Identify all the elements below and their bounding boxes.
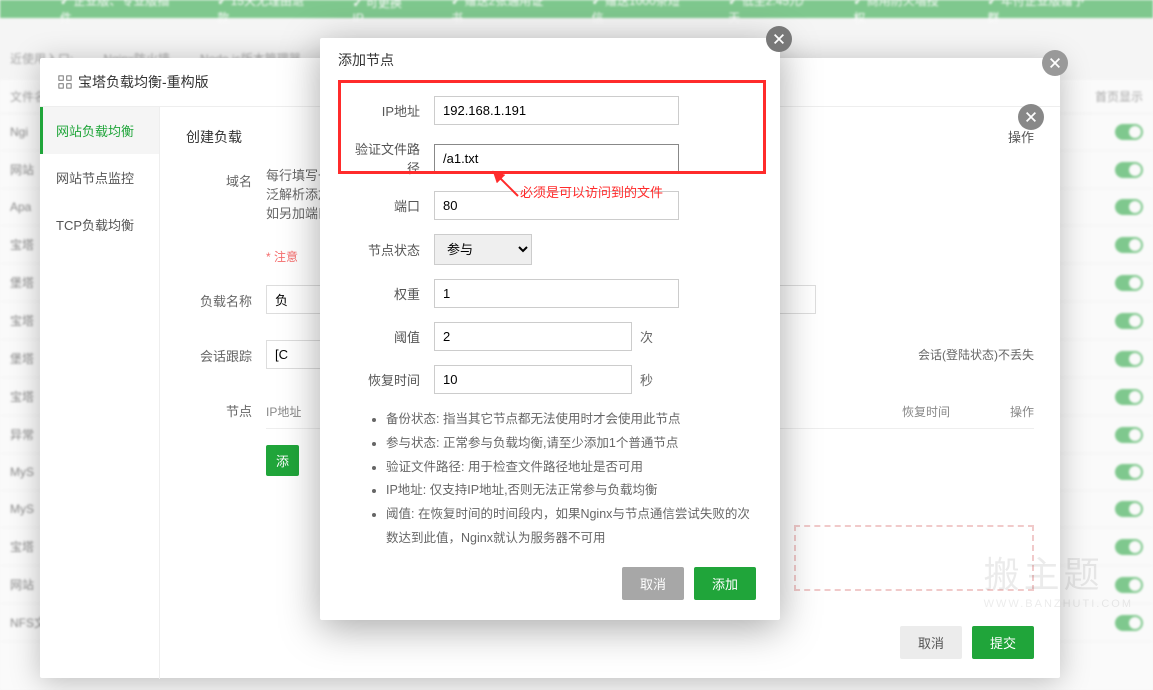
cancel-button[interactable]: 取消 — [900, 626, 962, 659]
submit-button[interactable]: 提交 — [972, 626, 1034, 659]
recover-unit: 秒 — [640, 370, 653, 389]
add-node-dialog: 添加节点 必须是可以访问到的文件 IP地址 验证文件路径 端口 节点状态 参与 … — [320, 38, 780, 620]
ip-input[interactable] — [434, 96, 679, 125]
hint-item: 参与状态: 正常参与负载均衡,请至少添加1个普通节点 — [386, 432, 756, 456]
node-col-op: 操作 — [1010, 403, 1034, 420]
hint-list: 备份状态: 指当其它节点都无法使用时才会使用此节点 参与状态: 正常参与负载均衡… — [344, 408, 756, 551]
close-icon[interactable] — [1042, 50, 1068, 76]
ribbon-item: 企业版、专业版插件 — [60, 0, 177, 26]
panel-sidebar: 网站负载均衡 网站节点监控 TCP负载均衡 — [40, 107, 160, 679]
sidebar-item-node-monitor[interactable]: 网站节点监控 — [40, 154, 159, 201]
recover-input[interactable] — [434, 365, 632, 394]
sidebar-item-web-lb[interactable]: 网站负载均衡 — [40, 107, 159, 154]
session-input[interactable] — [266, 340, 326, 369]
watermark: 搬主题 WWW.BANZHUTI.COM — [984, 546, 1133, 610]
port-label: 端口 — [344, 196, 434, 215]
promo-ribbon: 企业版、专业版插件 15天无理由退款 可更换IP 赠送2张通用证书 赠送1000… — [0, 0, 1153, 18]
hint-item: 阈值: 在恢复时间的时间段内，如果Nginx与节点通信尝试失败的次数达到此值，N… — [386, 503, 756, 551]
ribbon-item: 15天无理由退款 — [217, 0, 312, 26]
ribbon-item: 赠送2张通用证书 — [451, 0, 551, 26]
node-col-recover: 恢复时间 — [902, 403, 950, 420]
node-label: 节点 — [186, 395, 266, 420]
add-node-hint-button[interactable]: 添 — [266, 445, 299, 476]
ribbon-item: 低至2.45元/天 — [728, 0, 813, 26]
verify-path-label: 验证文件路径 — [344, 139, 434, 177]
weight-input[interactable] — [434, 279, 679, 308]
status-select[interactable]: 参与 — [434, 234, 532, 265]
add-button[interactable]: 添加 — [694, 567, 756, 600]
sidebar-item-tcp-lb[interactable]: TCP负载均衡 — [40, 201, 159, 248]
hint-item: 备份状态: 指当其它节点都无法使用时才会使用此节点 — [386, 408, 756, 432]
session-label: 会话跟踪 — [186, 340, 266, 365]
verify-path-input[interactable] — [434, 144, 679, 173]
cancel-button[interactable]: 取消 — [622, 567, 684, 600]
port-input[interactable] — [434, 191, 679, 220]
dialog-title: 添加节点 — [320, 38, 780, 82]
threshold-unit: 次 — [640, 327, 653, 346]
session-hint: 会话(登陆状态)不丢失 — [918, 346, 1034, 363]
ip-label: IP地址 — [344, 101, 434, 120]
ribbon-item: 可更换IP — [353, 0, 412, 25]
domain-label: 域名 — [186, 165, 266, 190]
threshold-label: 阈值 — [344, 327, 434, 346]
close-icon[interactable] — [766, 26, 792, 52]
weight-label: 权重 — [344, 284, 434, 303]
hint-item: 验证文件路径: 用于检查文件路径地址是否可用 — [386, 456, 756, 480]
ribbon-item: 赠送1000条短信 — [592, 0, 689, 26]
op-header: 操作 — [1008, 127, 1034, 146]
recover-label: 恢复时间 — [344, 370, 434, 389]
load-name-label: 负载名称 — [186, 285, 266, 310]
threshold-input[interactable] — [434, 322, 632, 351]
ribbon-item: 商用防火墙授权 — [853, 0, 947, 26]
app-icon — [58, 75, 72, 89]
ribbon-item: 年付企业版赠予群 — [987, 0, 1093, 26]
status-label: 节点状态 — [344, 240, 434, 259]
hint-item: IP地址: 仅支持IP地址,否则无法正常参与负载均衡 — [386, 479, 756, 503]
